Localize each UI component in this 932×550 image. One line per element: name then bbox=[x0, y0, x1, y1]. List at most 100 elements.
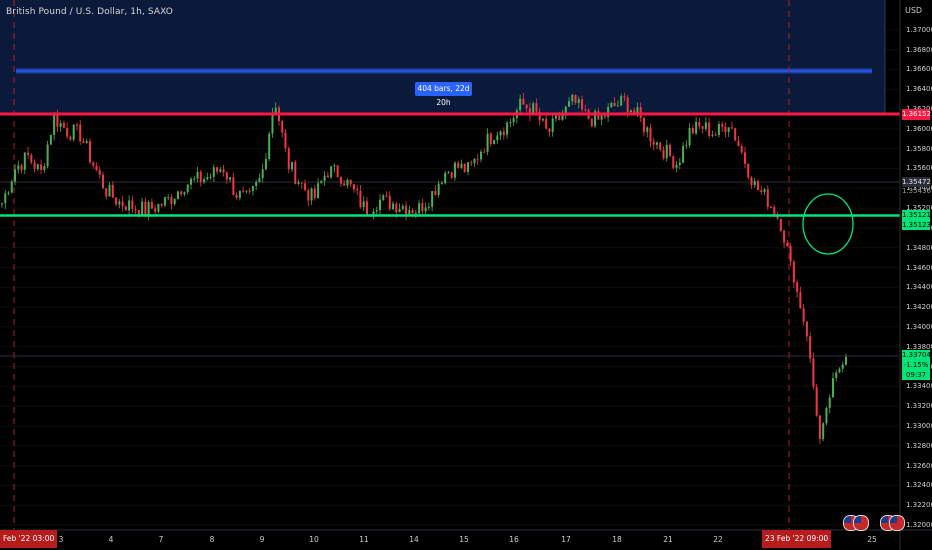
candle-body bbox=[66, 127, 69, 137]
candle-body bbox=[708, 122, 711, 136]
candle-body bbox=[753, 181, 756, 186]
candle-body bbox=[310, 188, 313, 201]
y-tick-label: 1.34200 bbox=[906, 303, 932, 312]
candle-body bbox=[362, 201, 365, 208]
candle-body bbox=[408, 210, 411, 215]
x-tick-label: 18 bbox=[612, 535, 622, 544]
candle-body bbox=[170, 197, 173, 204]
candle-body bbox=[206, 177, 209, 180]
candle-body bbox=[545, 118, 548, 129]
candle-body bbox=[235, 194, 238, 198]
candle-body bbox=[603, 115, 606, 117]
x-marked-label: Feb '22 03:00 bbox=[0, 530, 58, 548]
candle-body bbox=[620, 96, 623, 106]
x-tick-label: 10 bbox=[309, 535, 319, 544]
candle-body bbox=[571, 95, 574, 102]
y-tick-label: 1.35600 bbox=[906, 164, 932, 173]
candle-body bbox=[662, 149, 665, 159]
candle-body bbox=[56, 114, 59, 127]
candle-body bbox=[737, 140, 740, 147]
candle-body bbox=[95, 165, 98, 171]
x-tick-label: 16 bbox=[509, 535, 519, 544]
candle-body bbox=[212, 167, 215, 177]
candle-body bbox=[167, 197, 170, 199]
x-tick-label: 8 bbox=[209, 535, 215, 544]
candle-body bbox=[274, 107, 277, 114]
y-tick-label: 1.32200 bbox=[906, 501, 932, 510]
candle-body bbox=[33, 162, 36, 170]
candle-body bbox=[121, 201, 124, 207]
candle-body bbox=[245, 190, 248, 192]
candle-body bbox=[144, 201, 147, 215]
current-price-timer: 09:37 bbox=[905, 371, 927, 379]
candle-body bbox=[317, 183, 320, 199]
candle-body bbox=[483, 151, 486, 153]
y-tick-label: 1.34800 bbox=[906, 243, 932, 252]
x-tick-label: 3 bbox=[58, 535, 64, 544]
candle-body bbox=[72, 124, 75, 140]
currency-label[interactable]: USD bbox=[905, 6, 922, 15]
candle-body bbox=[199, 172, 202, 183]
candle-body bbox=[297, 182, 300, 184]
candle-body bbox=[704, 122, 707, 129]
candle-body bbox=[750, 177, 753, 186]
candle-body bbox=[623, 96, 626, 98]
flag-us-icon[interactable] bbox=[853, 515, 869, 531]
candle-body bbox=[150, 202, 153, 209]
candle-body bbox=[411, 210, 414, 214]
candle-body bbox=[626, 97, 629, 113]
candle-body bbox=[450, 172, 453, 178]
candle-body bbox=[669, 144, 672, 157]
candle-body bbox=[525, 104, 528, 109]
candle-body bbox=[339, 177, 342, 184]
candle-body bbox=[14, 169, 17, 182]
candle-body bbox=[320, 180, 323, 184]
current-price-value: 1.33704 bbox=[902, 351, 931, 359]
candle-body bbox=[105, 188, 108, 197]
candle-body bbox=[287, 148, 290, 170]
candle-body bbox=[734, 128, 737, 141]
candle-body bbox=[379, 199, 382, 211]
candle-body bbox=[789, 246, 792, 262]
candle-body bbox=[721, 124, 724, 127]
candle-body bbox=[463, 163, 466, 172]
candle-body bbox=[616, 105, 619, 107]
candle-body bbox=[447, 172, 450, 174]
candle-body bbox=[157, 203, 160, 212]
candle-body bbox=[196, 172, 199, 179]
candle-body bbox=[49, 134, 52, 145]
candle-body bbox=[812, 358, 815, 387]
support-price-label-a: 1.35121 bbox=[902, 210, 931, 220]
candle-body bbox=[815, 386, 818, 416]
candle-body bbox=[53, 114, 56, 135]
candle-body bbox=[655, 142, 658, 145]
candle-body bbox=[646, 127, 649, 132]
candle-body bbox=[502, 131, 505, 135]
candle-body bbox=[698, 121, 701, 127]
candle-body bbox=[176, 191, 179, 199]
candle-body bbox=[554, 115, 557, 119]
candle-body bbox=[431, 191, 434, 207]
flag-gb-icon[interactable] bbox=[889, 515, 905, 531]
y-tick-label: 1.36600 bbox=[906, 65, 932, 74]
candle-body bbox=[499, 131, 502, 136]
candle-body bbox=[284, 132, 287, 149]
candle-body bbox=[46, 144, 49, 167]
x-tick-label: 9 bbox=[259, 535, 265, 544]
candle-body bbox=[727, 127, 730, 132]
candle-body bbox=[251, 186, 254, 191]
candle-body bbox=[229, 177, 232, 180]
candle-body bbox=[457, 162, 460, 168]
candle-body bbox=[473, 158, 476, 164]
candle-body bbox=[682, 145, 685, 163]
x-tick-label: 22 bbox=[713, 535, 723, 544]
circle-highlight bbox=[802, 193, 854, 255]
candle-body bbox=[4, 193, 7, 204]
x-tick-label: 17 bbox=[561, 535, 571, 544]
y-tick-label: 1.32800 bbox=[906, 441, 932, 450]
candle-body bbox=[326, 175, 329, 178]
candle-body bbox=[160, 203, 163, 206]
candle-body bbox=[108, 184, 111, 197]
candle-body bbox=[568, 101, 571, 107]
candle-body bbox=[665, 144, 668, 159]
